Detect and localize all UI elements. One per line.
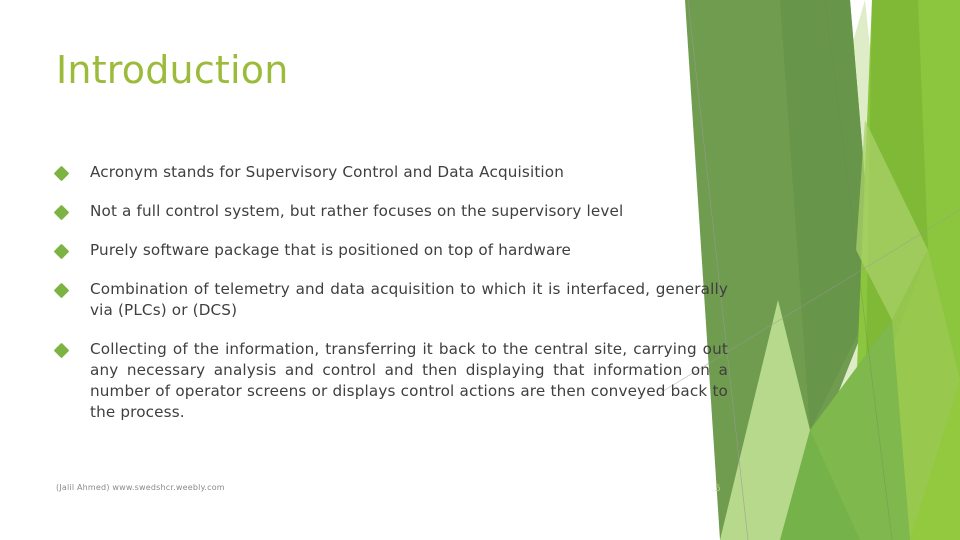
presentation-slide: Introduction Acronym stands for Supervis… [0, 0, 960, 540]
bullet-text: Purely software package that is position… [90, 241, 572, 259]
footer-credit: (Jalil Ahmed) www.swedshcr.weebly.com [56, 483, 225, 492]
facet-shape-bright-right-dark [865, 0, 928, 420]
facet-shape-palest [720, 300, 835, 540]
diamond-bullet-icon [53, 204, 70, 221]
bullet-text: Not a full control system, but rather fo… [90, 202, 624, 220]
list-item: Collecting of the information, transferr… [53, 339, 728, 423]
facet-shape-light-accent [856, 120, 928, 320]
list-item: Combination of telemetry and data acquis… [53, 279, 728, 321]
diamond-bullet-icon [53, 165, 70, 182]
facet-shape-dark-olive-shade [780, 0, 875, 430]
bullet-text: Acronym stands for Supervisory Control a… [90, 163, 565, 181]
diamond-bullet-icon [53, 282, 70, 299]
diamond-bullet-icon [53, 342, 70, 359]
facet-shape-bright-right [850, 0, 960, 540]
bullet-list: Acronym stands for Supervisory Control a… [53, 162, 728, 423]
list-item: Purely software package that is position… [53, 240, 728, 261]
facet-shape-pale-accent [810, 320, 910, 540]
page-title: Introduction [56, 48, 289, 92]
bullet-text: Combination of telemetry and data acquis… [90, 280, 728, 319]
facet-shape-bottom-bright [910, 380, 960, 540]
facet-shape-pale-upper [778, 0, 922, 540]
list-item: Not a full control system, but rather fo… [53, 201, 728, 222]
facet-shape-mid-green [780, 320, 910, 540]
facet-shape-light-accent-2 [892, 250, 960, 540]
diamond-bullet-icon [53, 243, 70, 260]
page-number: 5 [715, 484, 721, 494]
facet-hairline-3 [824, 0, 893, 540]
facet-shape-mid-green-light [720, 300, 810, 540]
bullet-text: Collecting of the information, transferr… [90, 340, 728, 421]
list-item: Acronym stands for Supervisory Control a… [53, 162, 728, 183]
